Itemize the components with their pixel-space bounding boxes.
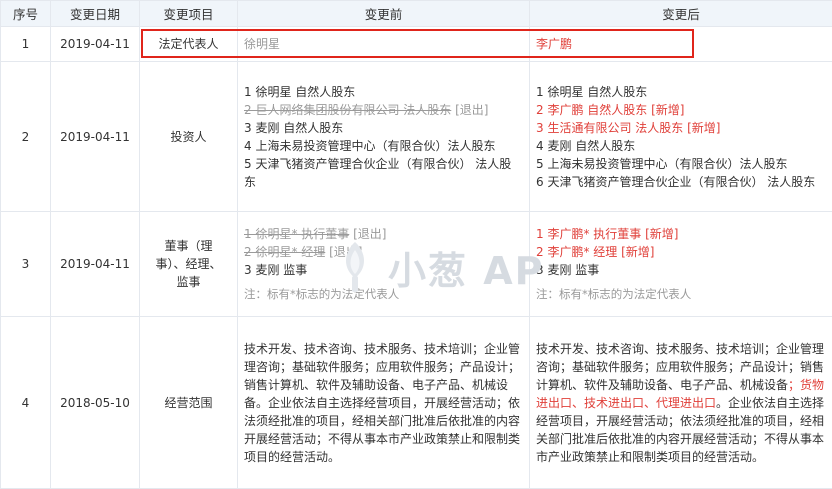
header-item: 变更项目 — [140, 1, 238, 27]
exit-tag: [退出] — [451, 103, 488, 117]
after-line: 1 李广鹏* 执行董事 [新增] — [536, 225, 826, 243]
before-line: 1 徐明星* 执行董事 [退出] — [244, 225, 523, 243]
row-date: 2019-04-11 — [51, 212, 140, 317]
row-before: 1 徐明星 自然人股东 2 巨人网络集团股份有限公司 法人股东 [退出] 3 麦… — [238, 62, 530, 212]
row-after: 1 李广鹏* 执行董事 [新增] 2 李广鹏* 经理 [新增] 3 麦刚 监事 … — [530, 212, 832, 317]
row-before: 徐明星 — [238, 27, 530, 62]
before-line: 1 徐明星 自然人股东 — [244, 83, 523, 101]
row-index: 4 — [1, 317, 51, 489]
row-date: 2018-05-10 — [51, 317, 140, 489]
header-index: 序号 — [1, 1, 51, 27]
row-item: 经营范围 — [140, 317, 238, 489]
before-line: 3 麦刚 监事 — [244, 261, 523, 279]
row-date: 2019-04-11 — [51, 27, 140, 62]
after-line: 6 天津飞猪资产管理合伙企业（有限合伙） 法人股东 — [536, 173, 826, 191]
removed-text: 2 徐明星* 经理 — [244, 245, 325, 259]
row-after: 技术开发、技术咨询、技术服务、技术培训；企业管理咨询；基础软件服务；应用软件服务… — [530, 317, 832, 489]
table-row: 1 2019-04-11 法定代表人 徐明星 李广鹏 — [1, 27, 832, 62]
table-header-row: 序号 变更日期 变更项目 变更前 变更后 — [1, 1, 832, 27]
after-line: 李广鹏 — [536, 35, 826, 53]
exit-tag: [退出] — [325, 245, 362, 259]
after-line: 3 生活通有限公司 法人股东 [新增] — [536, 119, 826, 137]
table-row: 4 2018-05-10 经营范围 技术开发、技术咨询、技术服务、技术培训；企业… — [1, 317, 832, 489]
row-before: 技术开发、技术咨询、技术服务、技术培训；企业管理咨询；基础软件服务；应用软件服务… — [238, 317, 530, 489]
row-index: 3 — [1, 212, 51, 317]
row-after: 李广鹏 — [530, 27, 832, 62]
table-row: 3 2019-04-11 董事（理事）、经理、监事 1 徐明星* 执行董事 [退… — [1, 212, 832, 317]
row-index: 2 — [1, 62, 51, 212]
row-before: 1 徐明星* 执行董事 [退出] 2 徐明星* 经理 [退出] 3 麦刚 监事 … — [238, 212, 530, 317]
before-line: 3 麦刚 自然人股东 — [244, 119, 523, 137]
before-line: 4 上海未易投资管理中心（有限合伙）法人股东 — [244, 137, 523, 155]
before-line: 徐明星 — [244, 35, 523, 53]
header-after: 变更后 — [530, 1, 832, 27]
row-item: 法定代表人 — [140, 27, 238, 62]
after-line: 2 李广鹏* 经理 [新增] — [536, 243, 826, 261]
removed-text: 1 徐明星* 执行董事 — [244, 227, 349, 241]
legal-rep-note: 注：标有*标志的为法定代表人 — [536, 285, 826, 303]
after-line: 2 李广鹏 自然人股东 [新增] — [536, 101, 826, 119]
header-date: 变更日期 — [51, 1, 140, 27]
row-after: 1 徐明星 自然人股东 2 李广鹏 自然人股东 [新增] 3 生活通有限公司 法… — [530, 62, 832, 212]
row-item: 董事（理事）、经理、监事 — [140, 212, 238, 317]
business-scope-before: 技术开发、技术咨询、技术服务、技术培训；企业管理咨询；基础软件服务；应用软件服务… — [244, 342, 520, 464]
removed-text: 2 巨人网络集团股份有限公司 法人股东 — [244, 103, 451, 117]
change-history-table: 序号 变更日期 变更项目 变更前 变更后 1 2019-04-11 法定代表人 … — [0, 0, 832, 489]
before-line: 2 徐明星* 经理 [退出] — [244, 243, 523, 261]
row-item: 投资人 — [140, 62, 238, 212]
header-before: 变更前 — [238, 1, 530, 27]
before-line: 5 天津飞猪资产管理合伙企业（有限合伙） 法人股东 — [244, 155, 523, 191]
exit-tag: [退出] — [349, 227, 386, 241]
row-index: 1 — [1, 27, 51, 62]
scope-text: 技术开发、技术咨询、技术服务、技术培训；企业管理咨询；基础软件服务；应用软件服务… — [536, 342, 824, 392]
row-date: 2019-04-11 — [51, 62, 140, 212]
legal-rep-note: 注：标有*标志的为法定代表人 — [244, 285, 523, 303]
after-line: 3 麦刚 监事 — [536, 261, 826, 279]
business-scope-after: 技术开发、技术咨询、技术服务、技术培训；企业管理咨询；基础软件服务；应用软件服务… — [536, 342, 824, 464]
before-line: 2 巨人网络集团股份有限公司 法人股东 [退出] — [244, 101, 523, 119]
after-line: 4 麦刚 自然人股东 — [536, 137, 826, 155]
after-line: 1 徐明星 自然人股东 — [536, 83, 826, 101]
after-line: 5 上海未易投资管理中心（有限合伙）法人股东 — [536, 155, 826, 173]
table-row: 2 2019-04-11 投资人 1 徐明星 自然人股东 2 巨人网络集团股份有… — [1, 62, 832, 212]
